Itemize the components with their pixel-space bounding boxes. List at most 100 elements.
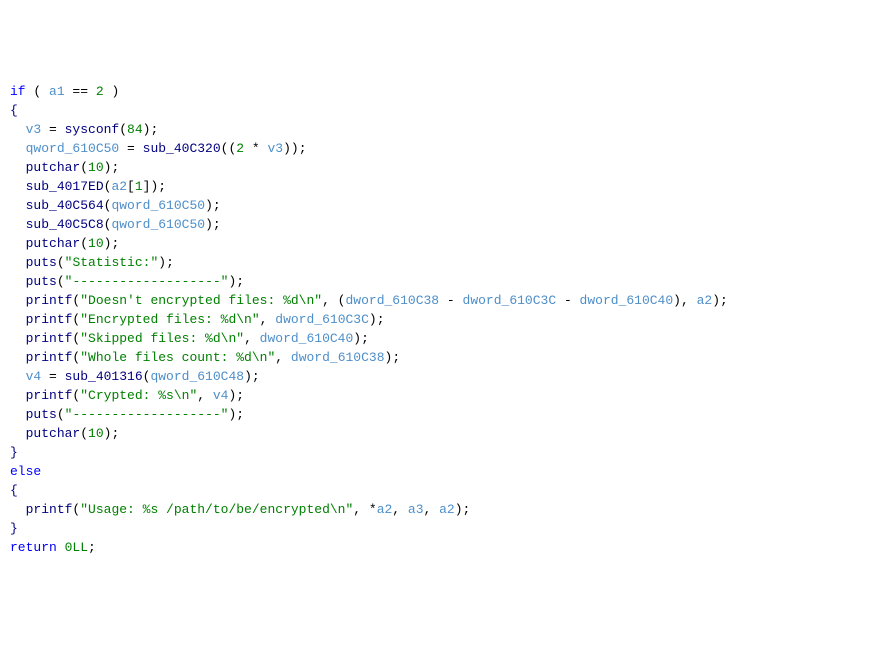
paren-close: ); [369,312,385,327]
paren-close: ); [228,407,244,422]
identifier-a2: a2 [111,179,127,194]
code-line-6: sub_4017ED(a2[1]); [10,177,859,196]
identifier-v3: v3 [26,122,42,137]
code-line-20: } [10,443,859,462]
indent [10,179,26,194]
global-dword: dword_610C38 [291,350,385,365]
operator-assign: = [41,369,64,384]
text: ( [26,84,49,99]
operator-assign: = [119,141,142,156]
number-literal: 0LL [65,540,88,555]
code-line-1: if ( a1 == 2 ) [10,82,859,101]
paren-close: ); [143,122,159,137]
code-line-2: { [10,101,859,120]
code-line-25: return 0LL; [10,538,859,557]
comma: , [197,388,213,403]
identifier-v3: v3 [267,141,283,156]
number-literal: 84 [127,122,143,137]
code-line-22: { [10,481,859,500]
function-sub40c320: sub_40C320 [143,141,221,156]
string-literal: "-------------------" [65,274,229,289]
code-line-12: printf("Doesn't encrypted files: %d\n", … [10,291,859,310]
comma: , [392,502,408,517]
paren-close: ); [104,236,120,251]
number-literal: 2 [96,84,104,99]
paren-close: )); [283,141,306,156]
bracket-open: [ [127,179,135,194]
function-printf: printf [26,312,73,327]
keyword-return: return [10,540,57,555]
code-line-17: printf("Crypted: %s\n", v4); [10,386,859,405]
code-line-14: printf("Skipped files: %d\n", dword_610C… [10,329,859,348]
code-line-21: else [10,462,859,481]
operator-minus: - [556,293,579,308]
paren-close: ); [104,426,120,441]
identifier-a1: a1 [49,84,65,99]
global-qword: qword_610C50 [111,198,205,213]
identifier-a2: a2 [697,293,713,308]
number-literal: 10 [88,160,104,175]
function-puts: puts [26,255,57,270]
operator-mul: * [244,141,267,156]
global-qword: qword_610C48 [150,369,244,384]
text: ) [104,84,120,99]
code-line-3: v3 = sysconf(84); [10,120,859,139]
indent [10,331,26,346]
paren-open: ( [57,255,65,270]
identifier-v4: v4 [213,388,229,403]
indent [10,160,26,175]
code-line-23: printf("Usage: %s /path/to/be/encrypted\… [10,500,859,519]
paren-open: ( [80,160,88,175]
operator-minus: - [439,293,462,308]
indent [10,407,26,422]
global-dword: dword_610C40 [580,293,674,308]
string-literal: "Encrypted files: %d\n" [80,312,259,327]
function-sub40c564: sub_40C564 [26,198,104,213]
string-literal: "Crypted: %s\n" [80,388,197,403]
identifier-a3: a3 [408,502,424,517]
number-literal: 1 [135,179,143,194]
code-line-7: sub_40C564(qword_610C50); [10,196,859,215]
function-printf: printf [26,331,73,346]
paren-open: ( [119,122,127,137]
paren-open: ( [80,236,88,251]
paren-open: (( [221,141,237,156]
code-line-15: printf("Whole files count: %d\n", dword_… [10,348,859,367]
paren-open: ( [57,407,65,422]
text: , ( [322,293,345,308]
indent [10,502,26,517]
paren-close: ); [455,502,471,517]
indent [10,350,26,365]
string-literal: "Skipped files: %d\n" [80,331,244,346]
indent [10,217,26,232]
indent [10,122,26,137]
global-dword: dword_610C38 [345,293,439,308]
comma: , [275,350,291,365]
paren-close: ); [228,388,244,403]
paren-close: ); [353,331,369,346]
paren-close: ); [712,293,728,308]
indent [10,198,26,213]
comma: , [244,331,260,346]
code-block: if ( a1 == 2 ){ v3 = sysconf(84); qword_… [10,82,859,557]
indent [10,274,26,289]
indent [10,255,26,270]
text: , * [353,502,376,517]
code-line-9: putchar(10); [10,234,859,253]
function-puts: puts [26,274,57,289]
indent [10,369,26,384]
indent [10,141,26,156]
brace-close: } [10,445,18,460]
code-line-10: puts("Statistic:"); [10,253,859,272]
string-literal: "Whole files count: %d\n" [80,350,275,365]
space [57,540,65,555]
paren-close: ); [228,274,244,289]
operator-assign: = [41,122,64,137]
identifier-a2: a2 [377,502,393,517]
semicolon: ; [88,540,96,555]
operator-eq: == [65,84,96,99]
code-line-5: putchar(10); [10,158,859,177]
paren-open: ( [57,274,65,289]
indent [10,426,26,441]
string-literal: "Usage: %s /path/to/be/encrypted\n" [80,502,353,517]
